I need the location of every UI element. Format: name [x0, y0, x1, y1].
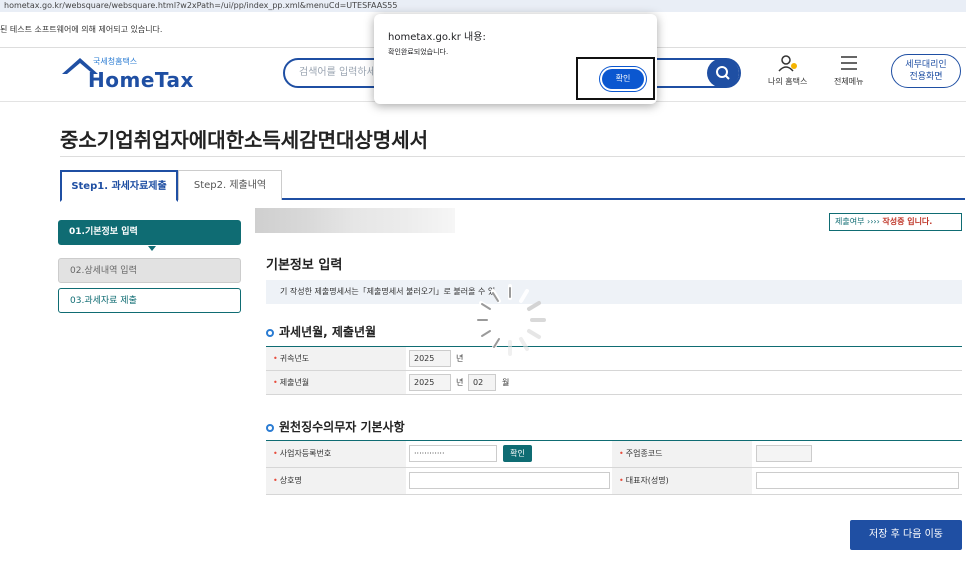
dialog-ok-button[interactable]: 확인 [602, 69, 644, 89]
bullet-icon [266, 328, 274, 337]
loading-spinner-icon [474, 284, 546, 356]
withholder-section-title: 원천징수의무자 기본사항 [266, 418, 405, 435]
logo-text: HomeTax [88, 68, 194, 92]
withholder-title-text: 원천징수의무자 기본사항 [279, 420, 405, 434]
user-bell-icon [778, 55, 797, 72]
title-divider [60, 156, 965, 157]
row-value [752, 441, 962, 464]
all-menu-button[interactable]: 전체메뉴 [834, 54, 863, 87]
tax-agent-line1: 세무대리인 [905, 60, 947, 70]
search-button[interactable] [707, 58, 739, 88]
biz-no-confirm-button[interactable]: 확인 [503, 445, 532, 462]
search-placeholder: 검색어를 입력하세요 [299, 67, 385, 78]
row-value: ············ 확인 [406, 441, 612, 464]
row-label: • 사업자등록번호 [266, 441, 406, 467]
browser-url-bar[interactable]: hometax.go.kr/websquare/websquare.html?w… [0, 0, 966, 12]
alert-dialog: hometax.go.kr 내용: 확인완료되었습니다. 확인 [374, 14, 657, 104]
submit-year-field[interactable]: 2025 [409, 374, 451, 391]
biz-no-field[interactable]: ············ [409, 445, 497, 462]
my-hometax-button[interactable]: 나의 홈택스 [768, 54, 807, 87]
dialog-title: hometax.go.kr 내용: [388, 32, 486, 43]
tab-step2[interactable]: Step2. 제출내역 [178, 170, 282, 200]
redacted-info [255, 208, 455, 233]
tax-agent-line2: 전용화면 [909, 72, 943, 82]
status-value: 작성중 입니다. [882, 217, 933, 226]
bullet-icon [266, 423, 274, 432]
logo-subtitle: 국세청홈택스 [93, 57, 138, 66]
submit-month-field[interactable]: 02 [468, 374, 496, 391]
row-label: • 주업종코드 [612, 441, 752, 467]
tax-agent-button[interactable]: 세무대리인 전용화면 [891, 54, 961, 88]
company-name-field[interactable] [409, 472, 610, 489]
step-tabs: Step2. 제출내역 Step1. 과세자료제출 [60, 170, 965, 202]
row-label: • 상호명 [266, 468, 406, 494]
table-row: • 상호명 • 대표자(성명) [266, 468, 962, 495]
table-row: • 제출년월 2025 년 02 월 [266, 371, 962, 395]
notice-box: 기 작성한 제출명세서는「제출명세서 불러오기」로 불러올 수 있 [266, 280, 962, 304]
row-value [752, 468, 962, 491]
all-menu-label: 전체메뉴 [834, 77, 864, 86]
info-message: 된 테스트 소프트웨어에 의해 제어되고 있습니다. [0, 25, 163, 34]
basic-info-title: 기본정보 입력 [266, 258, 343, 273]
status-badge: 제출여부 ›››› 작성중 입니다. [829, 213, 962, 231]
my-hometax-label: 나의 홈택스 [768, 77, 808, 86]
period-title-text: 과세년월, 제출년월 [279, 325, 377, 339]
table-row: • 귀속년도 2025 년 [266, 347, 962, 371]
step-detail[interactable]: 02.상세내역 입력 [58, 258, 241, 283]
status-arrows: ›››› [867, 217, 880, 226]
period-table: • 귀속년도 2025 년 • 제출년월 2025 년 02 월 [266, 346, 962, 395]
tab-step1[interactable]: Step1. 과세자료제출 [60, 170, 178, 202]
year-unit: 년 [456, 354, 464, 363]
row-label: • 대표자(성명) [612, 468, 752, 494]
row-value [406, 468, 612, 491]
step-basic-info[interactable]: 01.기본정보 입력 [58, 220, 241, 245]
hometax-logo[interactable]: 국세청홈택스 HomeTax [60, 54, 193, 96]
industry-code-field[interactable] [756, 445, 812, 462]
hamburger-icon [840, 56, 857, 70]
row-label: • 제출년월 [266, 371, 406, 394]
step-arrow-icon [148, 246, 156, 251]
table-row: • 사업자등록번호 ············ 확인 • 주업종코드 [266, 441, 962, 468]
year-field[interactable]: 2025 [409, 350, 451, 367]
dialog-message: 확인완료되었습니다. [388, 48, 449, 56]
year-unit: 년 [456, 378, 464, 387]
search-icon [716, 66, 730, 80]
page-title: 중소기업취업자에대한소득세감면대상명세서 [60, 128, 428, 152]
month-unit: 월 [502, 378, 510, 387]
status-prefix: 제출여부 [835, 217, 865, 226]
withholder-table: • 사업자등록번호 ············ 확인 • 주업종코드 • 상호명 • 대표… [266, 440, 962, 495]
period-section-title: 과세년월, 제출년월 [266, 323, 376, 340]
step-submit[interactable]: 03.과세자료 제출 [58, 288, 241, 313]
ceo-name-field[interactable] [756, 472, 959, 489]
save-next-button[interactable]: 저장 후 다음 이동 [850, 520, 962, 550]
row-label: • 귀속년도 [266, 347, 406, 370]
row-value: 2025 년 02 월 [406, 371, 962, 394]
url-text: hometax.go.kr/websquare/websquare.html?w… [4, 1, 398, 10]
